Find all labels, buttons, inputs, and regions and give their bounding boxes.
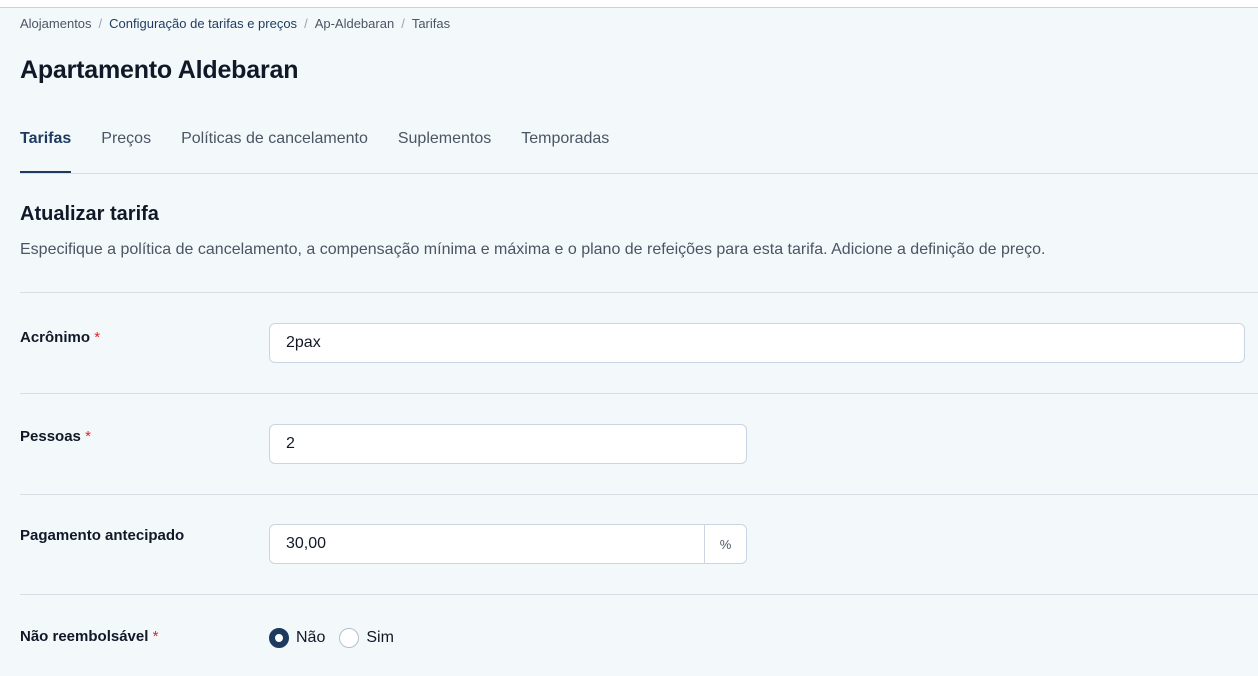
radio-option-sim[interactable]: Sim xyxy=(339,628,394,648)
non-refundable-radio-group: Não Sim xyxy=(269,627,408,649)
persons-input[interactable] xyxy=(269,424,747,464)
tab-bar: Tarifas Preços Políticas de cancelamento… xyxy=(20,130,639,174)
breadcrumb-separator: / xyxy=(401,16,405,31)
breadcrumb-item-current: Tarifas xyxy=(411,16,451,31)
breadcrumb-separator: / xyxy=(304,16,308,31)
tabs-divider xyxy=(20,173,1258,174)
required-mark: * xyxy=(94,329,101,346)
tab-precos[interactable]: Preços xyxy=(101,130,151,174)
persons-label-text: Pessoas xyxy=(20,428,81,445)
prepayment-label-text: Pagamento antecipado xyxy=(20,527,185,544)
top-bar xyxy=(0,0,1258,8)
tab-tarifas[interactable]: Tarifas xyxy=(20,130,72,174)
radio-option-nao[interactable]: Não xyxy=(269,628,325,648)
radio-unchecked-icon[interactable] xyxy=(339,628,360,648)
non-refundable-label-text: Não reembolsável xyxy=(20,628,149,645)
page-title: Apartamento Aldebaran xyxy=(20,56,299,84)
persons-label: Pessoas * xyxy=(20,428,91,445)
tab-temporadas[interactable]: Temporadas xyxy=(521,130,609,174)
prepayment-input[interactable] xyxy=(269,524,704,564)
non-refundable-label: Não reembolsável * xyxy=(20,628,158,645)
divider xyxy=(20,393,1258,394)
breadcrumb-item-ap-aldebaran[interactable]: Ap-Aldebaran xyxy=(315,16,395,31)
prepayment-label: Pagamento antecipado xyxy=(20,527,184,544)
radio-label-sim: Sim xyxy=(366,629,394,646)
required-mark: * xyxy=(152,628,159,645)
divider xyxy=(20,594,1258,595)
divider xyxy=(20,292,1258,293)
prepayment-input-group: % xyxy=(269,524,747,564)
breadcrumb-item-configuracao[interactable]: Configuração de tarifas e preços xyxy=(109,16,297,31)
acronym-label: Acrônimo * xyxy=(20,329,100,346)
tab-politicas-cancelamento[interactable]: Políticas de cancelamento xyxy=(181,130,368,174)
acronym-label-text: Acrônimo xyxy=(20,329,91,346)
radio-checked-icon[interactable] xyxy=(269,628,289,648)
breadcrumb: Alojamentos / Configuração de tarifas e pr… xyxy=(20,16,450,31)
acronym-input[interactable] xyxy=(269,323,1245,363)
divider xyxy=(20,494,1258,495)
section-description: Especifique a política de cancelamento, … xyxy=(20,241,1046,258)
tab-suplementos[interactable]: Suplementos xyxy=(398,130,491,174)
breadcrumb-item-alojamentos[interactable]: Alojamentos xyxy=(20,16,92,31)
section-title: Atualizar tarifa xyxy=(20,203,159,225)
percent-addon: % xyxy=(704,524,747,564)
required-mark: * xyxy=(85,428,91,445)
radio-label-nao: Não xyxy=(296,629,326,646)
breadcrumb-separator: / xyxy=(98,16,103,31)
